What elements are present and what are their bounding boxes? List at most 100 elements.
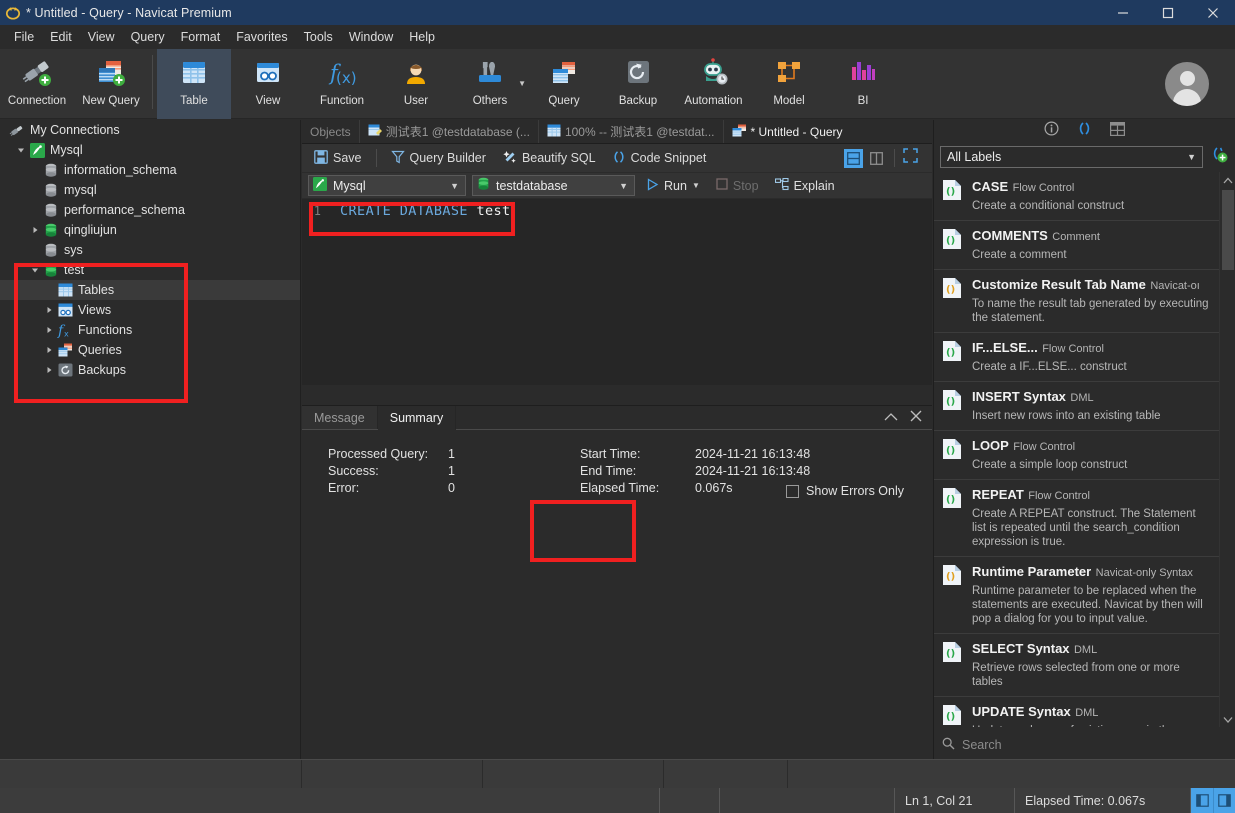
add-snippet-icon[interactable] (1209, 145, 1229, 170)
list-item[interactable]: () SELECT Syntax DML Retrieve rows selec… (934, 634, 1220, 697)
labels-filter-select[interactable]: All Labels ▼ (940, 146, 1203, 168)
scrollbar-thumb[interactable] (1222, 190, 1234, 270)
show-errors-only-checkbox[interactable]: Show Errors Only (786, 484, 904, 498)
chevron-right-icon[interactable] (42, 366, 56, 374)
menu-edit[interactable]: Edit (42, 27, 80, 47)
toolbar-query[interactable]: Query (527, 49, 601, 119)
toolbar-model[interactable]: Model (752, 49, 826, 119)
panel-left-icon[interactable] (1191, 788, 1213, 813)
toolbar-bi[interactable]: BI (826, 49, 900, 119)
checkbox-box[interactable] (786, 484, 800, 498)
chevron-down-icon[interactable]: ▼ (450, 181, 461, 191)
toolbar-connection[interactable]: Connection (0, 49, 74, 119)
sidebar-item-mysql[interactable]: Mysql (0, 140, 300, 160)
snippet-description: Create a simple loop construct (972, 459, 1128, 471)
sidebar-item-qingliujun[interactable]: qingliujun (0, 220, 300, 240)
code-snippet-icon[interactable] (1077, 121, 1092, 141)
scroll-down-icon[interactable] (1220, 711, 1235, 727)
chevron-down-icon[interactable] (28, 266, 42, 274)
menu-file[interactable]: File (6, 27, 42, 47)
list-item[interactable]: () IF...ELSE... Flow Control Create a IF… (934, 333, 1220, 382)
list-item[interactable]: () REPEAT Flow Control Create A REPEAT c… (934, 480, 1220, 557)
list-item[interactable]: () UPDATE Syntax DML Updates columns of … (934, 697, 1220, 727)
menu-favorites[interactable]: Favorites (228, 27, 295, 47)
toolbar-table[interactable]: Table (157, 49, 231, 119)
sidebar-item-tables[interactable]: Tables (0, 280, 300, 300)
snippet-file-icon: () (942, 227, 964, 262)
chevron-down-icon[interactable]: ▼ (518, 79, 526, 88)
tab-summary[interactable]: Summary (377, 406, 457, 430)
snippets-search-bar[interactable]: Search (934, 731, 1235, 759)
panel-right-icon[interactable] (1213, 788, 1235, 813)
layout-horizontal-icon[interactable] (844, 148, 863, 168)
labels-filter-value: All Labels (947, 150, 1002, 164)
sql-identifier: test (476, 203, 511, 219)
snippets-list[interactable]: () CASE Flow Control Create a conditiona… (934, 172, 1220, 727)
beautify-sql-button[interactable]: Beautify SQL (496, 147, 602, 170)
menu-help[interactable]: Help (401, 27, 443, 47)
query-builder-button[interactable]: Query Builder (385, 147, 492, 170)
database-select[interactable]: testdatabase ▼ (472, 175, 635, 196)
tab-message[interactable]: Message (302, 406, 378, 429)
chevron-right-icon[interactable] (42, 346, 56, 354)
sidebar-root-my-connections[interactable]: My Connections (0, 120, 300, 140)
menu-tools[interactable]: Tools (296, 27, 341, 47)
sidebar-item-mysql-db[interactable]: mysql (0, 180, 300, 200)
toolbar-view[interactable]: View (231, 49, 305, 119)
table-grid-icon[interactable] (1110, 121, 1126, 141)
menu-query[interactable]: Query (123, 27, 173, 47)
scroll-up-icon[interactable] (1220, 172, 1235, 188)
sql-code-editor[interactable]: 1 CREATE DATABASE test (302, 199, 932, 385)
avatar[interactable] (1165, 62, 1209, 106)
minimize-button[interactable] (1100, 0, 1145, 25)
tab-untitled-query[interactable]: * Untitled - Query (723, 120, 851, 143)
sidebar-item-queries[interactable]: Queries (0, 340, 300, 360)
chevron-down-icon[interactable] (14, 146, 28, 154)
toolbar-new-query[interactable]: New Query (74, 49, 148, 119)
fullscreen-icon[interactable] (903, 148, 918, 168)
toolbar-backup[interactable]: Backup (601, 49, 675, 119)
chevron-right-icon[interactable] (28, 226, 42, 234)
info-icon[interactable] (1044, 121, 1059, 141)
connection-select[interactable]: Mysql ▼ (308, 175, 466, 196)
close-icon[interactable] (910, 409, 922, 427)
list-item[interactable]: () COMMENTS Comment Create a comment (934, 221, 1220, 270)
sidebar-item-functions[interactable]: f x Functions (0, 320, 300, 340)
chevron-down-icon[interactable]: ▼ (619, 181, 630, 191)
sidebar-item-test[interactable]: test (0, 260, 300, 280)
list-item[interactable]: () LOOP Flow Control Create a simple loo… (934, 431, 1220, 480)
toolbar-function[interactable]: f (x) Function (305, 49, 379, 119)
snippets-scrollbar[interactable] (1219, 172, 1235, 727)
chevron-down-icon[interactable]: ▼ (1187, 152, 1196, 162)
sidebar-item-views[interactable]: Views (0, 300, 300, 320)
maximize-button[interactable] (1145, 0, 1190, 25)
sidebar-item-information-schema[interactable]: information_schema (0, 160, 300, 180)
menu-window[interactable]: Window (341, 27, 401, 47)
list-item[interactable]: () CASE Flow Control Create a conditiona… (934, 172, 1220, 221)
code-snippet-button[interactable]: Code Snippet (606, 147, 713, 170)
tab-objects[interactable]: Objects (302, 120, 360, 143)
tab-table-designer[interactable]: 测试表1 @testdatabase (... (360, 120, 539, 143)
chevron-up-icon[interactable] (884, 409, 898, 427)
list-item[interactable]: () Customize Result Tab Name Navicat-oı … (934, 270, 1220, 333)
chevron-right-icon[interactable] (42, 326, 56, 334)
list-item[interactable]: () Runtime Parameter Navicat-only Syntax… (934, 557, 1220, 634)
sidebar-item-backups[interactable]: Backups (0, 360, 300, 380)
toolbar-automation[interactable]: Automation (675, 49, 752, 119)
tab-table-data[interactable]: 100% -- 测试表1 @testdat... (539, 120, 724, 143)
chevron-right-icon[interactable] (42, 306, 56, 314)
menu-view[interactable]: View (80, 27, 123, 47)
toolbar-others[interactable]: Others ▼ (453, 49, 527, 119)
menu-format[interactable]: Format (173, 27, 229, 47)
sql-editor-line[interactable]: 1 CREATE DATABASE test (302, 199, 932, 221)
list-item[interactable]: () INSERT Syntax DML Insert new rows int… (934, 382, 1220, 431)
close-button[interactable] (1190, 0, 1235, 25)
chevron-down-icon[interactable]: ▼ (692, 181, 700, 190)
toolbar-user[interactable]: User (379, 49, 453, 119)
sidebar-item-performance-schema[interactable]: performance_schema (0, 200, 300, 220)
save-button[interactable]: Save (308, 147, 368, 170)
explain-button[interactable]: Explain (770, 176, 840, 196)
layout-vertical-icon[interactable] (867, 149, 886, 168)
run-button[interactable]: Run ▼ (641, 176, 705, 196)
sidebar-item-sys[interactable]: sys (0, 240, 300, 260)
